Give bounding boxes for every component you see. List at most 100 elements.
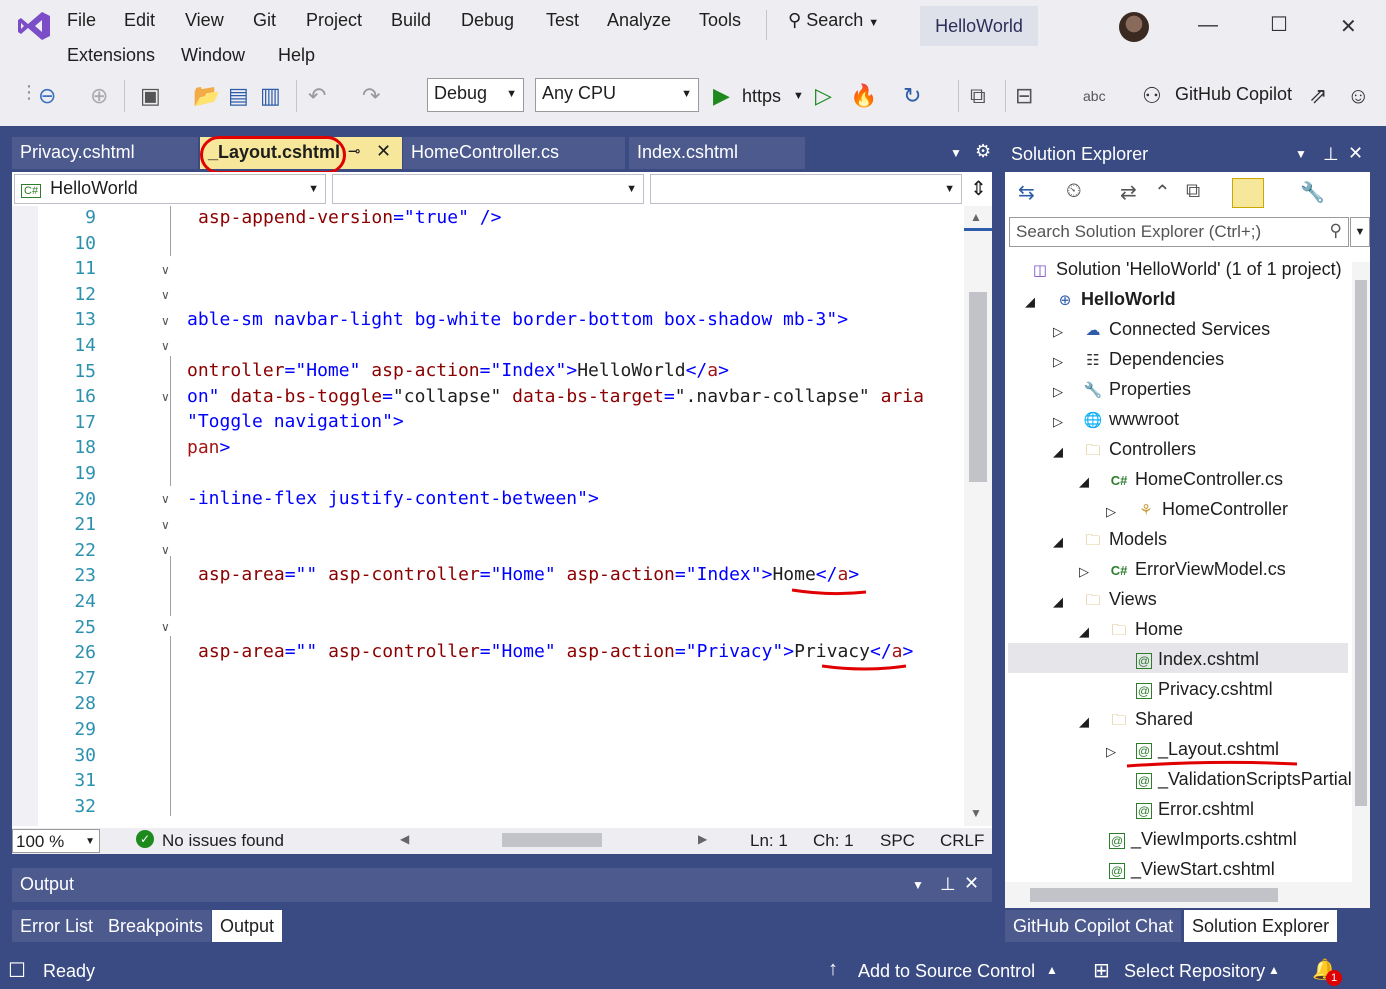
collapse-arrow-icon[interactable]: ◢ [1079, 474, 1089, 490]
tab-error-list[interactable]: Error List [12, 910, 102, 942]
properties-wrench-icon[interactable]: 🔧 [1300, 180, 1325, 205]
member-navigation-select[interactable]: ▼ [650, 174, 962, 204]
tree-item[interactable]: 🔧 Properties [1083, 379, 1191, 400]
back-icon[interactable]: ⊖ [38, 82, 56, 110]
run-target-button[interactable]: https [742, 86, 781, 107]
copilot-button[interactable]: GitHub Copilot [1175, 84, 1292, 105]
pin-icon[interactable]: ⊸ [348, 142, 361, 160]
scroll-right-icon[interactable]: ▶ [698, 832, 707, 846]
feedback-icon[interactable]: ☺ [1347, 82, 1369, 110]
expand-arrow-icon[interactable]: ▷ [1053, 324, 1063, 340]
undo-icon[interactable]: ↶ [308, 82, 326, 110]
search-button[interactable]: ⚲ Search ▼ [788, 10, 879, 31]
expand-arrow-icon[interactable]: ▷ [1053, 384, 1063, 400]
tab-output[interactable]: Output [212, 910, 283, 942]
fold-icon[interactable]: ∨ [161, 314, 170, 328]
code-line-9[interactable]: asp-append-version="true" /> [198, 207, 501, 228]
refresh-icon[interactable]: ↻ [903, 82, 921, 110]
scroll-down-icon[interactable]: ▼ [970, 806, 982, 820]
tree-item[interactable]: @ _ValidationScriptsPartial [1136, 769, 1352, 790]
tree-scroll-thumb[interactable] [1355, 280, 1367, 806]
spell-check-icon[interactable]: abc [1083, 82, 1106, 110]
sync-icon[interactable]: ⇄ [1120, 180, 1137, 205]
menu-git[interactable]: Git [253, 10, 276, 31]
collapse-arrow-icon[interactable]: ◢ [1053, 444, 1063, 460]
copilot-icon[interactable]: ⚇ [1142, 82, 1162, 110]
fold-icon[interactable]: ∨ [161, 518, 170, 532]
tree-item[interactable]: @ Error.cshtml [1136, 799, 1254, 820]
code-line-17[interactable]: "Toggle navigation"> [187, 411, 404, 432]
dropdown-icon[interactable]: ▼ [912, 878, 924, 892]
pin-icon[interactable]: ⊥ [1323, 144, 1339, 165]
tab-breakpoints[interactable]: Breakpoints [100, 910, 212, 942]
tree-item[interactable]: 🗀 Controllers [1083, 439, 1196, 465]
close-panel-icon[interactable]: ✕ [1348, 143, 1363, 164]
tree-item[interactable]: @ Privacy.cshtml [1136, 679, 1273, 700]
menu-project[interactable]: Project [306, 10, 362, 31]
dropdown-icon[interactable]: ▼ [1295, 147, 1307, 161]
menu-window[interactable]: Window [181, 45, 245, 66]
filter-icon[interactable] [1232, 178, 1264, 208]
zoom-select[interactable]: 100 % ▼ [12, 829, 100, 853]
tree-item[interactable]: @ _ViewStart.cshtml [1109, 859, 1275, 880]
new-project-icon[interactable]: ▣ [140, 82, 161, 110]
tree-item[interactable]: ⚘ HomeController [1136, 499, 1288, 520]
expand-arrow-icon[interactable]: ▷ [1106, 504, 1116, 520]
code-line-13[interactable]: able-sm navbar-light bg-white border-bot… [187, 309, 848, 330]
tree-item[interactable]: ◫ Solution 'HelloWorld' (1 of 1 project) [1030, 259, 1342, 280]
open-folder-icon[interactable]: 📂 [193, 82, 220, 110]
run-icon[interactable]: ▶ [713, 82, 730, 110]
select-repository-button[interactable]: Select Repository [1124, 961, 1265, 982]
close-icon[interactable]: ✕ [1340, 14, 1357, 39]
save-all-icon[interactable]: ▥ [260, 82, 281, 110]
tab-privacy[interactable]: Privacy.cshtml [12, 137, 198, 169]
scroll-up-icon[interactable]: ▲ [970, 210, 982, 224]
fold-icon[interactable]: ∨ [161, 620, 170, 634]
menu-tools[interactable]: Tools [699, 10, 741, 31]
collapse-arrow-icon[interactable]: ◢ [1025, 294, 1035, 310]
search-options-icon[interactable]: ▼ [1350, 217, 1370, 247]
code-line-18[interactable]: pan> [187, 437, 230, 458]
tree-item[interactable]: @ _ViewImports.cshtml [1109, 829, 1297, 850]
hot-reload-icon[interactable]: 🔥 [850, 82, 877, 110]
tree-item[interactable]: ⊕ HelloWorld [1055, 289, 1176, 310]
solution-search-input[interactable]: Search Solution Explorer (Ctrl+;) ⚲ [1009, 217, 1349, 247]
start-without-debugging-icon[interactable]: ▷ [815, 82, 832, 110]
close-tab-icon[interactable]: ✕ [376, 141, 391, 162]
type-navigation-select[interactable]: ▼ [332, 174, 644, 204]
share-icon[interactable]: ⇗ [1309, 82, 1327, 110]
menu-help[interactable]: Help [278, 45, 315, 66]
maximize-icon[interactable]: ☐ [1270, 12, 1288, 37]
tab-homecontroller[interactable]: HomeController.cs [403, 137, 625, 169]
tree-item[interactable]: ☁ Connected Services [1083, 319, 1271, 340]
close-panel-icon[interactable]: ✕ [964, 873, 979, 894]
redo-icon[interactable]: ↷ [362, 82, 380, 110]
output-window-icon[interactable]: ☐ [8, 958, 26, 983]
scroll-left-icon[interactable]: ◀ [400, 832, 409, 846]
settings-gear-icon[interactable]: ⚙ [975, 141, 991, 162]
platform-select[interactable]: Any CPU ▼ [535, 78, 699, 112]
browse-icon[interactable]: ⧉ [970, 82, 986, 110]
tab-copilot-chat[interactable]: GitHub Copilot Chat [1005, 910, 1182, 942]
code-line-16[interactable]: on" data-bs-toggle="collapse" data-bs-ta… [187, 386, 924, 407]
history-icon[interactable]: ⏲ [1066, 180, 1082, 203]
project-navigation-select[interactable]: C# HelloWorld ▼ [14, 174, 326, 204]
expand-arrow-icon[interactable]: ▷ [1079, 564, 1089, 580]
tree-item[interactable]: C# ErrorViewModel.cs [1109, 559, 1286, 580]
menu-file[interactable]: File [67, 10, 96, 31]
menu-extensions[interactable]: Extensions [67, 45, 155, 66]
code-line-26[interactable]: asp-area="" asp-controller="Home" asp-ac… [198, 641, 913, 662]
code-line-23[interactable]: asp-area="" asp-controller="Home" asp-ac… [198, 564, 859, 585]
editor-scroll-thumb[interactable] [969, 292, 987, 482]
tab-index[interactable]: Index.cshtml [629, 137, 805, 169]
show-all-files-icon[interactable]: ⧉ [1186, 180, 1200, 203]
collapse-arrow-icon[interactable]: ◢ [1053, 534, 1063, 550]
line-ending-indicator[interactable]: CRLF [940, 831, 984, 851]
tree-item[interactable]: @ Index.cshtml [1136, 649, 1259, 670]
line-indicator[interactable]: Ln: 1 [750, 831, 788, 851]
fold-icon[interactable]: ∨ [161, 263, 170, 277]
tree-item[interactable]: 🗀 Home [1109, 619, 1183, 645]
issues-label[interactable]: No issues found [162, 831, 284, 851]
tree-item[interactable]: 🗀 Shared [1109, 709, 1193, 735]
whitespace-indicator[interactable]: SPC [880, 831, 915, 851]
